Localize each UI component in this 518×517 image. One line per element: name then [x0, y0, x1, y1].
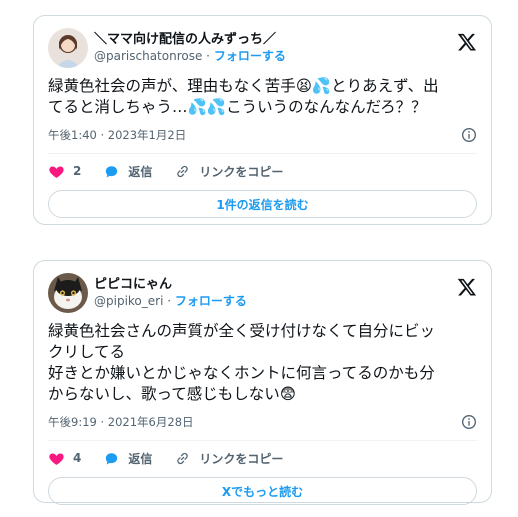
- tweet-text-line: 好きとか嫌いとかじゃなくホントに何言ってるのかも分: [48, 364, 435, 382]
- reply-button[interactable]: 返信: [103, 163, 152, 180]
- follow-link[interactable]: フォローする: [175, 294, 247, 308]
- like-count: 2: [73, 164, 82, 178]
- display-name[interactable]: ピピコにゃん: [94, 276, 247, 293]
- timestamp[interactable]: 午後1:40 · 2023年1月2日: [48, 127, 186, 143]
- tweet-text: 緑黄色社会さんの声質が全く受け付けなくて自分にビッ クリしてる 好きとか嫌いとか…: [48, 321, 477, 405]
- tweet-card[interactable]: ＼ママ向け配信の人みずっち／ @parischatonrose · フォローする…: [33, 15, 492, 225]
- separator: ·: [202, 49, 214, 63]
- timestamp[interactable]: 午後9:19 · 2021年6月28日: [48, 414, 194, 430]
- tweet-text: 緑黄色社会の声が、理由もなく苦手😫💦とりあえず、出 てると消しちゃう…💦💦こうい…: [48, 76, 477, 118]
- like-button[interactable]: 2: [48, 163, 81, 180]
- handle[interactable]: @pipiko_eri: [94, 294, 163, 308]
- reply-button[interactable]: 返信: [103, 450, 152, 467]
- read-more-button[interactable]: Xでもっと読む: [48, 477, 477, 505]
- x-logo-icon[interactable]: [457, 32, 477, 52]
- action-bar: 2 返信 リンクをコピー: [48, 154, 477, 188]
- tweet-text-line: 緑黄色社会の声が、理由もなく苦手😫💦とりあえず、出: [48, 77, 439, 95]
- tweet-card[interactable]: ピピコにゃん @pipiko_eri · フォローする 緑黄色社会さんの声質が全…: [33, 260, 492, 505]
- heart-icon: [49, 166, 64, 178]
- like-button[interactable]: 4: [48, 450, 81, 467]
- info-icon[interactable]: [461, 414, 477, 430]
- tweet-header: ＼ママ向け配信の人みずっち／ @parischatonrose · フォローする: [48, 26, 477, 70]
- tweet-text-line: からないし、歌って感じもしない😨: [48, 385, 296, 403]
- x-logo-icon[interactable]: [457, 277, 477, 297]
- heart-icon: [49, 453, 64, 465]
- reply-bubble-icon: [106, 452, 118, 465]
- display-name[interactable]: ＼ママ向け配信の人みずっち／: [94, 31, 286, 48]
- tweet-header: ピピコにゃん @pipiko_eri · フォローする: [48, 271, 477, 315]
- info-icon[interactable]: [461, 127, 477, 143]
- avatar[interactable]: [48, 273, 88, 313]
- avatar[interactable]: [48, 28, 88, 68]
- handle[interactable]: @parischatonrose: [94, 49, 202, 63]
- reply-bubble-icon: [106, 165, 118, 178]
- tweet-text-line: クリしてる: [48, 343, 126, 361]
- action-bar: 4 返信 リンクをコピー: [48, 441, 477, 475]
- link-icon: [177, 452, 189, 464]
- separator: ·: [163, 294, 175, 308]
- copy-link-button[interactable]: リンクをコピー: [174, 450, 283, 467]
- copy-link-label: リンクをコピー: [199, 451, 284, 466]
- reply-label: 返信: [128, 451, 153, 466]
- copy-link-button[interactable]: リンクをコピー: [174, 163, 283, 180]
- tweet-text-line: てると消しちゃう…💦💦こういうのなんなんだろ？？: [48, 98, 427, 116]
- reply-label: 返信: [128, 164, 153, 179]
- link-icon: [177, 165, 189, 177]
- copy-link-label: リンクをコピー: [199, 164, 284, 179]
- read-replies-button[interactable]: 1件の返信を読む: [48, 190, 477, 218]
- tweet-text-line: 緑黄色社会さんの声質が全く受け付けなくて自分にビッ: [48, 322, 436, 340]
- like-count: 4: [73, 451, 82, 465]
- follow-link[interactable]: フォローする: [214, 49, 286, 63]
